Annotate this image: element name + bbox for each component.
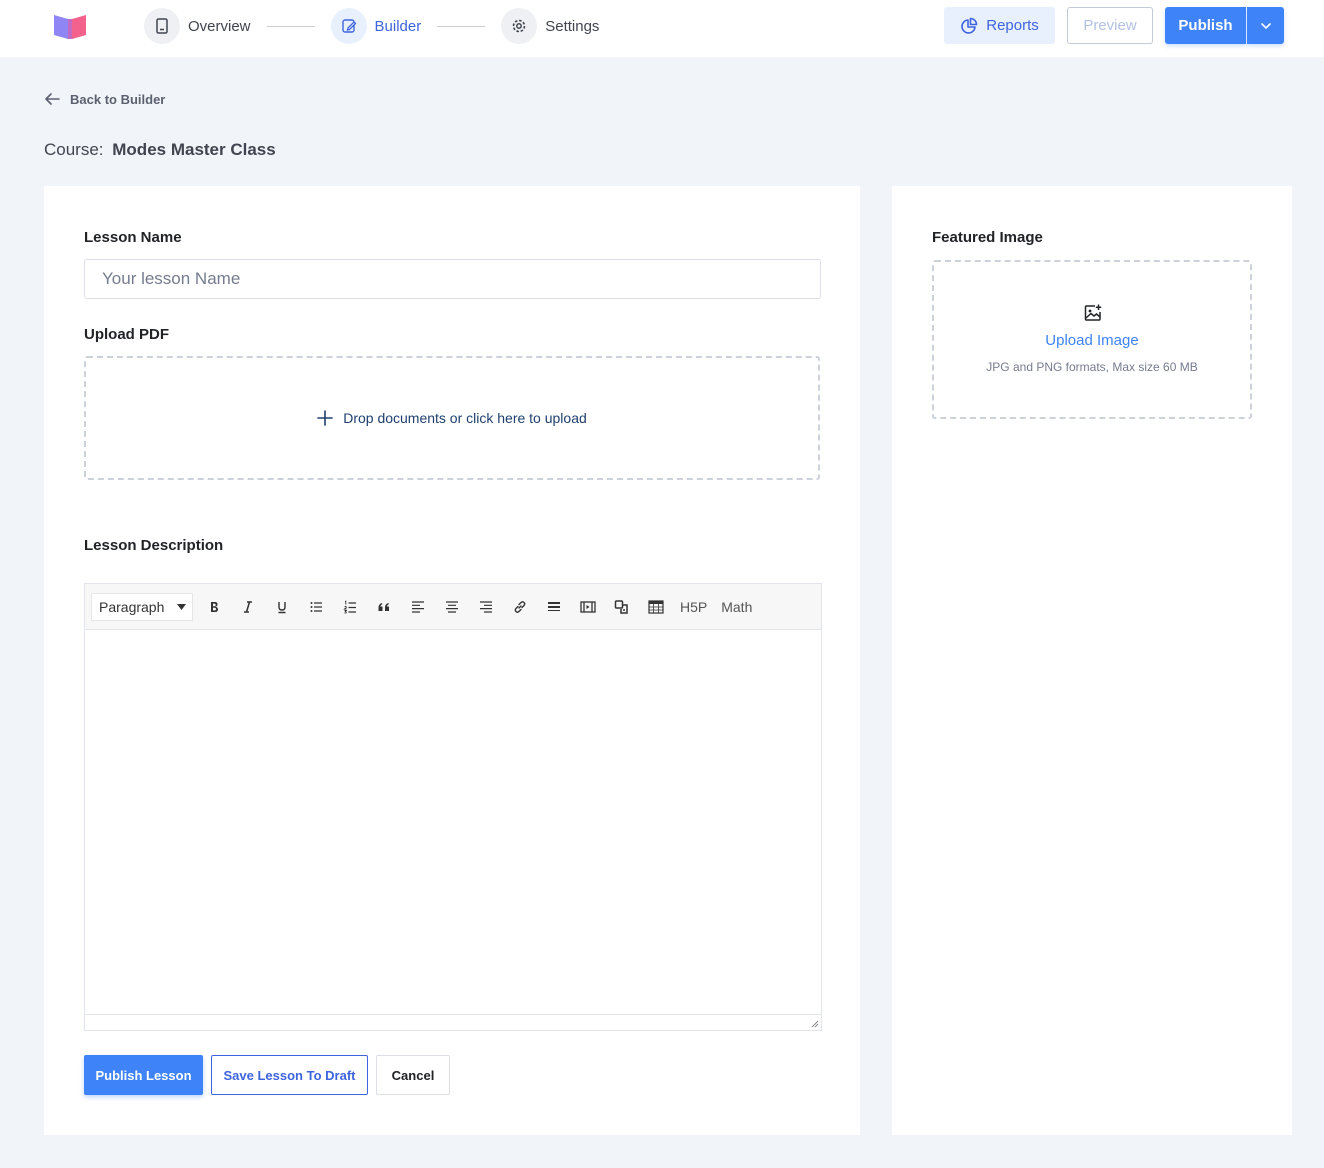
code-sample-button[interactable] xyxy=(605,592,639,622)
link-button[interactable] xyxy=(503,592,537,622)
reports-button[interactable]: Reports xyxy=(944,7,1055,44)
resize-handle-icon[interactable] xyxy=(809,1018,819,1028)
featured-image-card: Featured Image Upload Image JPG and PNG … xyxy=(892,186,1292,1135)
align-center-icon xyxy=(446,600,458,613)
align-left-icon xyxy=(412,600,424,613)
cancel-button[interactable]: Cancel xyxy=(376,1055,450,1095)
step-connector xyxy=(437,25,486,27)
align-center-button[interactable] xyxy=(435,592,469,622)
math-button[interactable]: Math xyxy=(714,592,759,622)
lesson-name-input[interactable] xyxy=(84,259,821,299)
pie-chart-icon xyxy=(961,17,978,34)
step-settings-label: Settings xyxy=(545,17,600,35)
step-connector xyxy=(266,25,315,27)
publish-button[interactable]: Publish xyxy=(1165,7,1246,44)
format-select-value: Paragraph xyxy=(99,598,165,615)
upload-pdf-label: Upload PDF xyxy=(84,326,169,343)
gear-icon xyxy=(501,8,538,44)
publish-lesson-button[interactable]: Publish Lesson xyxy=(84,1055,203,1095)
lesson-description-label: Lesson Description xyxy=(84,537,224,554)
italic-icon xyxy=(244,600,252,613)
builder-steps: Overview Builder Settings xyxy=(144,8,599,44)
publish-options-button[interactable] xyxy=(1247,7,1284,44)
document-icon xyxy=(144,8,180,44)
editor-content-area[interactable] xyxy=(85,630,821,1014)
bold-icon xyxy=(211,601,218,612)
align-right-icon xyxy=(480,600,492,613)
horizontal-rule-button[interactable] xyxy=(537,592,571,622)
step-builder-label: Builder xyxy=(374,17,422,35)
course-title: Course: Modes Master Class xyxy=(44,140,276,160)
underline-icon xyxy=(278,601,286,613)
numbered-list-button[interactable] xyxy=(333,592,367,622)
pdf-dropzone-text: Drop documents or click here to upload xyxy=(343,410,587,426)
chevron-down-icon xyxy=(1260,22,1271,29)
media-button[interactable] xyxy=(571,592,605,622)
arrow-left-icon xyxy=(45,93,60,105)
italic-button[interactable] xyxy=(231,592,265,622)
numbered-list-icon xyxy=(343,600,356,613)
edit-icon xyxy=(330,8,367,44)
h5p-button[interactable]: H5P xyxy=(673,592,714,622)
back-to-builder-label: Back to Builder xyxy=(70,91,166,107)
image-upload-icon xyxy=(1084,304,1102,321)
top-bar: Overview Builder Settings Reports Previe… xyxy=(0,0,1324,57)
horizontal-rule-icon xyxy=(548,601,560,611)
plus-icon xyxy=(317,410,334,426)
blockquote-button[interactable] xyxy=(367,592,401,622)
media-icon xyxy=(580,600,596,613)
align-right-button[interactable] xyxy=(469,592,503,622)
lesson-name-label: Lesson Name xyxy=(84,229,182,246)
editor-statusbar xyxy=(85,1014,821,1030)
table-icon xyxy=(648,599,664,614)
step-builder[interactable]: Builder xyxy=(330,8,422,44)
back-to-builder-link[interactable]: Back to Builder xyxy=(44,90,165,108)
logo-icon[interactable] xyxy=(52,12,88,40)
bold-button[interactable] xyxy=(197,592,231,622)
save-draft-button[interactable]: Save Lesson To Draft xyxy=(211,1055,368,1095)
caret-down-icon xyxy=(177,603,186,610)
upload-image-title: Upload Image xyxy=(1045,332,1139,349)
table-button[interactable] xyxy=(639,592,673,622)
image-dropzone[interactable]: Upload Image JPG and PNG formats, Max si… xyxy=(932,260,1252,419)
reports-label: Reports xyxy=(986,17,1039,34)
bullet-list-button[interactable] xyxy=(299,592,333,622)
featured-image-label: Featured Image xyxy=(932,229,1043,246)
step-settings[interactable]: Settings xyxy=(501,8,599,44)
blockquote-icon xyxy=(378,602,389,611)
step-overview-label: Overview xyxy=(188,17,251,35)
underline-button[interactable] xyxy=(265,592,299,622)
lesson-form-card: Lesson Name Upload PDF Drop documents or… xyxy=(44,186,860,1135)
course-prefix: Course: xyxy=(44,140,104,159)
upload-image-hint: JPG and PNG formats, Max size 60 MB xyxy=(986,360,1198,374)
step-overview[interactable]: Overview xyxy=(144,8,251,44)
code-sample-icon xyxy=(614,599,628,614)
bullet-list-icon xyxy=(310,601,322,612)
rich-text-editor: Paragraph H5P Math xyxy=(84,583,822,1031)
editor-toolbar: Paragraph H5P Math xyxy=(85,584,821,630)
pdf-dropzone[interactable]: Drop documents or click here to upload xyxy=(84,356,820,480)
course-name: Modes Master Class xyxy=(112,140,276,159)
align-left-button[interactable] xyxy=(401,592,435,622)
preview-button[interactable]: Preview xyxy=(1067,7,1153,44)
link-icon xyxy=(514,600,526,613)
format-select[interactable]: Paragraph xyxy=(91,592,193,621)
